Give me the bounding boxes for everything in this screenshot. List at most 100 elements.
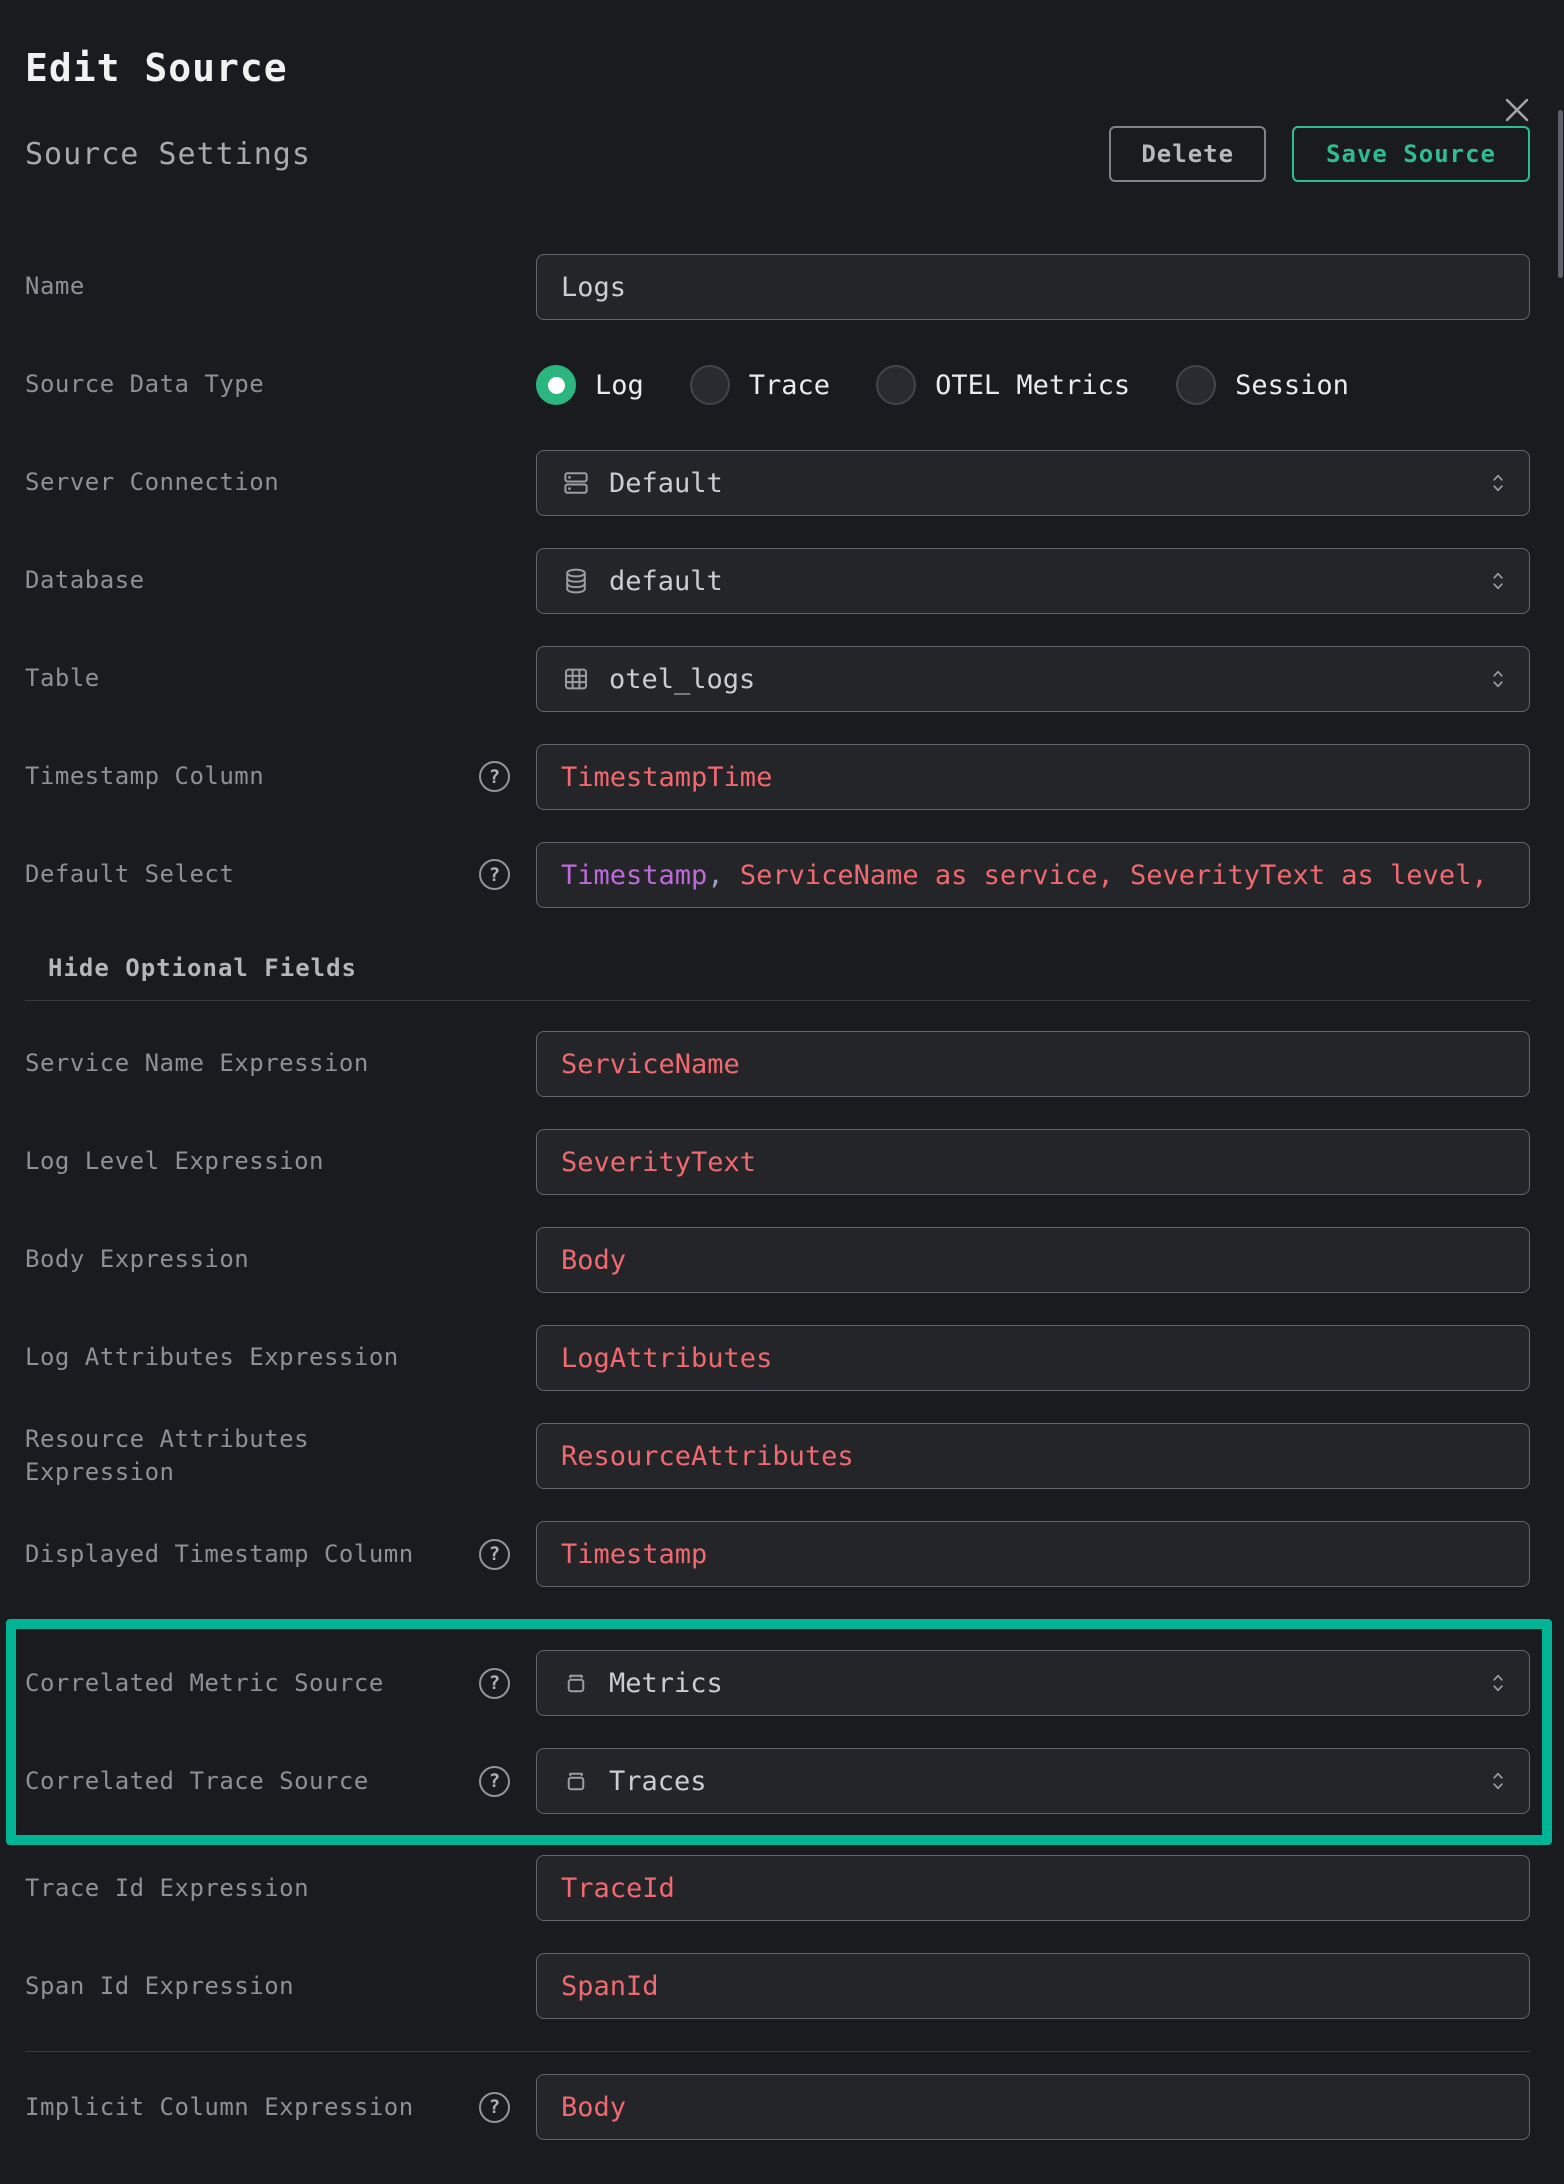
field-source-data-type: Source Data Type Log Trace OTEL Metrics	[25, 352, 1530, 418]
field-displayed-timestamp-column: Displayed Timestamp Column ? Timestamp	[25, 1521, 1530, 1587]
correlated-metric-source-value: Metrics	[609, 1668, 723, 1699]
source-box-icon	[561, 1668, 591, 1698]
field-trace-id-expression: Trace Id Expression TraceId	[25, 1855, 1530, 1921]
displayed-timestamp-column-input[interactable]: Timestamp	[536, 1521, 1530, 1587]
correlated-trace-source-label: Correlated Trace Source	[25, 1765, 369, 1798]
field-log-level-expression: Log Level Expression SeverityText	[25, 1129, 1530, 1195]
implicit-column-expression-label: Implicit Column Expression	[25, 2091, 414, 2124]
displayed-timestamp-column-label: Displayed Timestamp Column	[25, 1538, 414, 1571]
server-connection-value: Default	[609, 468, 723, 499]
field-server-connection: Server Connection Default	[25, 450, 1530, 516]
table-select[interactable]: otel_logs	[536, 646, 1530, 712]
close-icon	[1500, 93, 1534, 127]
database-icon	[561, 566, 591, 596]
displayed-timestamp-column-value: Timestamp	[561, 1539, 707, 1570]
log-level-expression-value: SeverityText	[561, 1147, 756, 1178]
body-expression-input[interactable]: Body	[536, 1227, 1530, 1293]
divider	[25, 1000, 1530, 1001]
correlated-trace-source-select[interactable]: Traces	[536, 1748, 1530, 1814]
log-level-expression-input[interactable]: SeverityText	[536, 1129, 1530, 1195]
settings-header: Source Settings Delete Save Source	[25, 126, 1530, 182]
field-correlated-metric-source: Correlated Metric Source ? Metrics	[25, 1650, 1530, 1716]
span-id-expression-value: SpanId	[561, 1971, 659, 2002]
timestamp-column-input[interactable]: TimestampTime	[536, 744, 1530, 810]
service-name-expression-label: Service Name Expression	[25, 1047, 369, 1080]
span-id-expression-label: Span Id Expression	[25, 1970, 294, 2003]
server-connection-select[interactable]: Default	[536, 450, 1530, 516]
server-connection-label: Server Connection	[25, 466, 279, 499]
modal-title: Edit Source	[25, 46, 1530, 90]
field-correlated-trace-source: Correlated Trace Source ? Traces	[25, 1748, 1530, 1814]
chevron-updown-icon	[1485, 566, 1511, 596]
field-span-id-expression: Span Id Expression SpanId	[25, 1953, 1530, 2019]
name-input[interactable]: Logs	[536, 254, 1530, 320]
radio-log[interactable]: Log	[536, 365, 644, 405]
radio-circle-icon	[1176, 365, 1216, 405]
header-actions: Delete Save Source	[1109, 126, 1530, 182]
divider	[25, 2051, 1530, 2052]
help-icon[interactable]: ?	[479, 761, 510, 792]
field-table: Table otel_logs	[25, 646, 1530, 712]
edit-source-modal: Edit Source Source Settings Delete Save …	[0, 46, 1564, 2184]
body-expression-value: Body	[561, 1245, 626, 1276]
database-value: default	[609, 566, 723, 597]
help-icon[interactable]: ?	[479, 1539, 510, 1570]
log-attributes-expression-label: Log Attributes Expression	[25, 1341, 399, 1374]
implicit-column-expression-input[interactable]: Body	[536, 2074, 1530, 2140]
section-title: Source Settings	[25, 137, 311, 172]
resource-attributes-expression-label: Resource Attributes Expression	[25, 1423, 425, 1489]
table-value: otel_logs	[609, 664, 755, 695]
chevron-updown-icon	[1485, 664, 1511, 694]
body-expression-label: Body Expression	[25, 1243, 249, 1276]
help-icon[interactable]: ?	[479, 859, 510, 890]
radio-otel-metrics[interactable]: OTEL Metrics	[876, 365, 1130, 405]
name-value: Logs	[561, 272, 626, 303]
chevron-updown-icon	[1485, 468, 1511, 498]
trace-id-expression-value: TraceId	[561, 1873, 675, 1904]
default-select-input[interactable]: Timestamp, ServiceName as service, Sever…	[536, 842, 1530, 908]
field-implicit-column-expression: Implicit Column Expression ? Body	[25, 2074, 1530, 2140]
source-box-icon	[561, 1766, 591, 1796]
field-timestamp-column: Timestamp Column ? TimestampTime	[25, 744, 1530, 810]
table-icon	[561, 664, 591, 694]
name-label: Name	[25, 270, 85, 303]
field-name: Name Logs	[25, 254, 1530, 320]
help-icon[interactable]: ?	[479, 2092, 510, 2123]
correlated-trace-source-value: Traces	[609, 1766, 707, 1797]
field-service-name-expression: Service Name Expression ServiceName	[25, 1031, 1530, 1097]
hide-optional-fields-toggle[interactable]: Hide Optional Fields	[48, 954, 357, 982]
trace-id-expression-input[interactable]: TraceId	[536, 1855, 1530, 1921]
service-name-expression-input[interactable]: ServiceName	[536, 1031, 1530, 1097]
default-select-label: Default Select	[25, 858, 234, 891]
timestamp-column-value: TimestampTime	[561, 762, 772, 793]
save-source-button[interactable]: Save Source	[1292, 126, 1530, 182]
service-name-expression-value: ServiceName	[561, 1049, 740, 1080]
radio-session[interactable]: Session	[1176, 365, 1349, 405]
table-label: Table	[25, 662, 100, 695]
field-resource-attributes-expression: Resource Attributes Expression ResourceA…	[25, 1423, 1530, 1489]
help-icon[interactable]: ?	[479, 1766, 510, 1797]
highlight-annotation: Correlated Metric Source ? Metrics	[6, 1619, 1552, 1845]
span-id-expression-input[interactable]: SpanId	[536, 1953, 1530, 2019]
source-data-type-label: Source Data Type	[25, 368, 264, 401]
delete-button[interactable]: Delete	[1109, 126, 1266, 182]
close-button[interactable]	[1497, 90, 1537, 130]
radio-trace[interactable]: Trace	[690, 365, 830, 405]
radio-circle-icon	[536, 365, 576, 405]
correlated-metric-source-select[interactable]: Metrics	[536, 1650, 1530, 1716]
timestamp-column-label: Timestamp Column	[25, 760, 264, 793]
log-level-expression-label: Log Level Expression	[25, 1145, 324, 1178]
database-select[interactable]: default	[536, 548, 1530, 614]
correlated-metric-source-label: Correlated Metric Source	[25, 1667, 384, 1700]
sql-rest: ServiceName as service, SeverityText as …	[724, 860, 1488, 891]
resource-attributes-expression-value: ResourceAttributes	[561, 1441, 854, 1472]
help-icon[interactable]: ?	[479, 1668, 510, 1699]
log-attributes-expression-input[interactable]: LogAttributes	[536, 1325, 1530, 1391]
resource-attributes-expression-input[interactable]: ResourceAttributes	[536, 1423, 1530, 1489]
implicit-column-expression-value: Body	[561, 2092, 626, 2123]
sql-keyword: Timestamp	[561, 860, 707, 891]
trace-id-expression-label: Trace Id Expression	[25, 1872, 309, 1905]
field-database: Database default	[25, 548, 1530, 614]
scrollbar-thumb[interactable]	[1558, 110, 1563, 278]
field-log-attributes-expression: Log Attributes Expression LogAttributes	[25, 1325, 1530, 1391]
